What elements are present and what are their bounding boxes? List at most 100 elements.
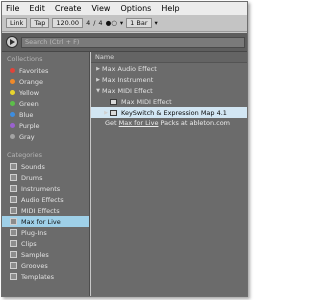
search-input[interactable]: Search (Ctrl + F) xyxy=(21,37,245,48)
color-dot-icon xyxy=(10,68,15,73)
tree-row-label: KeySwitch & Expression Map 4.1 xyxy=(121,108,227,117)
browser-tree: ▶ Max Audio Effect ▶ Max Instrument ▼ Max MID… xyxy=(91,63,247,118)
collection-label: Favorites xyxy=(19,66,49,75)
instruments-icon xyxy=(10,185,17,192)
quantization-dropdown-icon[interactable]: ▾ xyxy=(155,19,158,27)
selected-device-row[interactable]: ▶ KeySwitch & Expression Map 4.1 xyxy=(91,107,247,118)
midi-effects-icon xyxy=(10,207,17,214)
expand-arrow-icon[interactable]: ▶ xyxy=(94,66,102,72)
search-row: Search (Ctrl + F) xyxy=(2,33,247,52)
category-item-grooves[interactable]: Grooves xyxy=(2,260,89,271)
color-dot-icon xyxy=(10,112,15,117)
category-label: Max for Live xyxy=(21,217,61,226)
tree-row-label: Max Audio Effect xyxy=(102,64,157,73)
time-signature-denominator[interactable]: 4 xyxy=(98,19,102,27)
category-label: Plug-Ins xyxy=(21,228,47,237)
collection-label: Orange xyxy=(19,77,44,86)
max-for-live-icon xyxy=(10,218,17,225)
category-label: Instruments xyxy=(21,184,61,193)
tree-row-label: Max MIDI Effect xyxy=(102,86,153,95)
category-item-sounds[interactable]: Sounds xyxy=(2,161,89,172)
device-icon xyxy=(110,109,117,116)
collection-label: Blue xyxy=(19,110,34,119)
collection-label: Yellow xyxy=(19,88,40,97)
category-label: Drums xyxy=(21,173,43,182)
control-bar: Link Tap 120.00 4 / 4 ●○ ▾ 1 Bar ▾ xyxy=(2,15,247,32)
tree-row-label: Max MIDI Effect xyxy=(121,97,172,106)
browser-tree-row[interactable]: Max MIDI Effect xyxy=(91,96,247,107)
collection-label: Green xyxy=(19,99,39,108)
category-label: Grooves xyxy=(21,261,48,270)
menu-bar: File Edit Create View Options Help xyxy=(2,2,247,15)
name-column-header[interactable]: Name xyxy=(91,52,247,63)
category-label: Samples xyxy=(21,250,49,259)
templates-icon xyxy=(10,273,17,280)
category-item-audio-effects[interactable]: Audio Effects xyxy=(2,194,89,205)
collection-label: Purple xyxy=(19,121,40,130)
category-label: Audio Effects xyxy=(21,195,64,204)
time-signature-separator: / xyxy=(93,19,96,27)
link-button[interactable]: Link xyxy=(6,18,28,28)
sounds-icon xyxy=(10,163,17,170)
collection-item-gray[interactable]: Gray xyxy=(2,131,89,142)
category-item-samples[interactable]: Samples xyxy=(2,249,89,260)
metronome-icon[interactable]: ●○ xyxy=(106,19,117,27)
collapse-arrow-icon[interactable]: ▼ xyxy=(94,88,102,94)
collection-item-yellow[interactable]: Yellow xyxy=(2,87,89,98)
menu-view[interactable]: View xyxy=(91,4,110,13)
category-item-clips[interactable]: Clips xyxy=(2,238,89,249)
quantization-select[interactable]: 1 Bar xyxy=(126,18,152,28)
menu-edit[interactable]: Edit xyxy=(29,4,45,13)
menu-create[interactable]: Create xyxy=(55,4,82,13)
category-item-instruments[interactable]: Instruments xyxy=(2,183,89,194)
menu-file[interactable]: File xyxy=(6,4,19,13)
category-item-midi-effects[interactable]: MIDI Effects xyxy=(2,205,89,216)
browser-content: Name ▶ Max Audio Effect ▶ Max Instrument ▼ Ma… xyxy=(91,52,247,296)
tap-tempo-button[interactable]: Tap xyxy=(30,18,50,28)
color-dot-icon xyxy=(10,90,15,95)
get-packs-link-row: Get Max for Live Packs at ableton.com xyxy=(91,118,247,129)
collection-label: Gray xyxy=(19,132,35,141)
max-for-live-link[interactable]: Max for Live xyxy=(119,119,159,127)
tree-row-label: Max Instrument xyxy=(102,75,154,84)
expand-arrow-icon[interactable]: ▶ xyxy=(94,77,102,83)
play-preview-icon[interactable] xyxy=(6,36,18,48)
browser-tree-row[interactable]: ▶ Max Audio Effect xyxy=(91,63,247,74)
metronome-dropdown-icon[interactable]: ▾ xyxy=(120,19,123,27)
device-icon xyxy=(110,98,117,105)
collections-list: Favorites Orange Yellow Green Blue Purple Gray xyxy=(2,65,89,142)
category-item-templates[interactable]: Templates xyxy=(2,271,89,282)
clips-icon xyxy=(10,240,17,247)
browser-tree-row[interactable]: ▶ Max Instrument xyxy=(91,74,247,85)
collections-header: Collections xyxy=(7,55,43,63)
collection-item-blue[interactable]: Blue xyxy=(2,109,89,120)
menu-help[interactable]: Help xyxy=(161,4,179,13)
collection-item-purple[interactable]: Purple xyxy=(2,120,89,131)
time-signature-numerator[interactable]: 4 xyxy=(86,19,90,27)
get-prefix: Get xyxy=(105,119,119,127)
browser-tree-row[interactable]: ▼ Max MIDI Effect xyxy=(91,85,247,96)
category-label: Templates xyxy=(21,272,55,281)
audio-effects-icon xyxy=(10,196,17,203)
category-item-drums[interactable]: Drums xyxy=(2,172,89,183)
category-label: Sounds xyxy=(21,162,45,171)
tempo-field[interactable]: 120.00 xyxy=(52,18,84,28)
collection-item-green[interactable]: Green xyxy=(2,98,89,109)
menu-options[interactable]: Options xyxy=(120,4,151,13)
collection-item-orange[interactable]: Orange xyxy=(2,76,89,87)
samples-icon xyxy=(10,251,17,258)
category-item-plug-ins[interactable]: Plug-Ins xyxy=(2,227,89,238)
packs-suffix: Packs at ableton.com xyxy=(158,119,231,127)
browser-window: File Edit Create View Options Help Link … xyxy=(1,1,248,297)
category-item-max-for-live[interactable]: Max for Live xyxy=(2,216,89,227)
color-dot-icon xyxy=(10,79,15,84)
sidebar: Collections Favorites Orange Yellow Green Bl… xyxy=(2,52,90,296)
color-dot-icon xyxy=(10,134,15,139)
category-label: MIDI Effects xyxy=(21,206,60,215)
grooves-icon xyxy=(10,262,17,269)
category-label: Clips xyxy=(21,239,37,248)
plug-ins-icon xyxy=(10,229,17,236)
expand-arrow-icon[interactable]: ▶ xyxy=(102,110,110,116)
collection-item-favorites[interactable]: Favorites xyxy=(2,65,89,76)
color-dot-icon xyxy=(10,123,15,128)
